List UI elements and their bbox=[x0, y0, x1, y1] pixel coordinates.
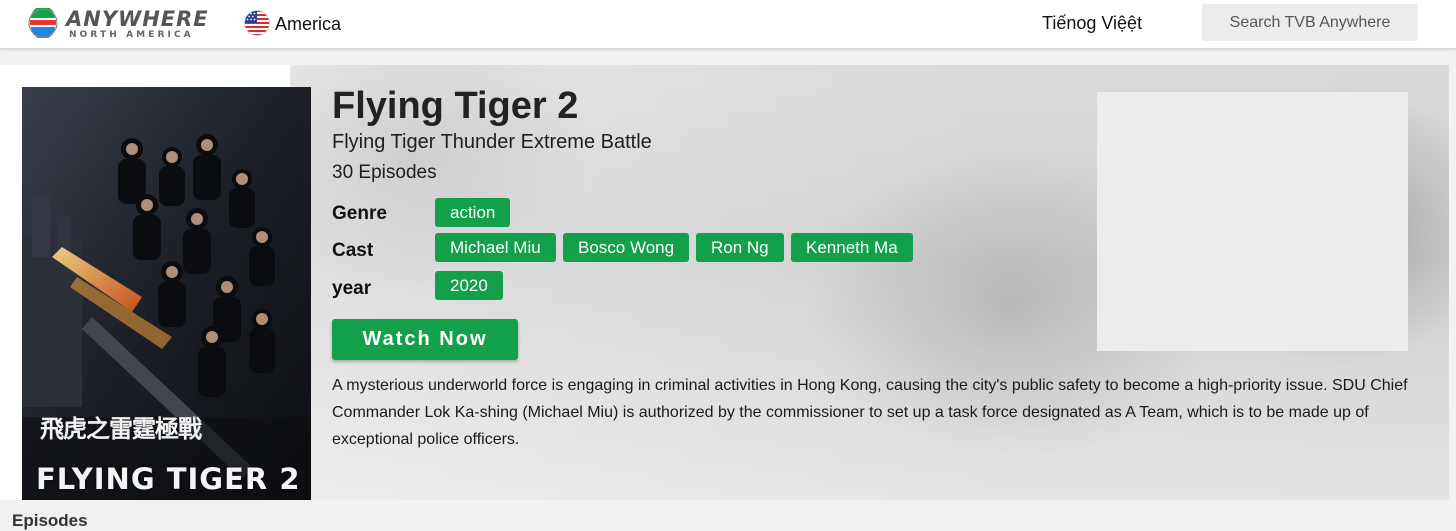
cast-label: Cast bbox=[332, 240, 374, 261]
genre-label: Genre bbox=[332, 203, 387, 224]
language-switcher[interactable]: Tiếnog Việệt bbox=[1042, 13, 1142, 34]
show-title: Flying Tiger 2 bbox=[332, 85, 579, 127]
cast-tag-michael-miu[interactable]: Michael Miu bbox=[435, 233, 556, 262]
poster-chinese-title: 飛虎之雷霆極戰 bbox=[40, 414, 202, 443]
search-input[interactable] bbox=[1202, 4, 1418, 41]
tvb-anywhere-logo[interactable]: ANYWHERE NORTH AMERICA bbox=[28, 6, 213, 42]
region-label: America bbox=[275, 14, 342, 34]
year-label: year bbox=[332, 278, 372, 299]
cast-tag-bosco-wong[interactable]: Bosco Wong bbox=[563, 233, 690, 262]
top-navigation-bar: ANYWHERE NORTH AMERICA America Tiếnog Vi… bbox=[0, 0, 1456, 49]
year-tag[interactable]: 2020 bbox=[435, 271, 503, 300]
show-description: A mysterious underworld force is engagin… bbox=[332, 377, 1408, 448]
tvb-logo-icon bbox=[28, 8, 58, 38]
logo-wordmark: ANYWHERE bbox=[66, 7, 209, 31]
episode-count: 30 Episodes bbox=[332, 162, 437, 183]
show-poster[interactable]: 飛虎之雷霆極戰 FLYING TIGER 2 bbox=[22, 87, 311, 500]
logo-subtext: NORTH AMERICA bbox=[69, 30, 194, 40]
watch-now-button[interactable]: Watch Now bbox=[332, 319, 518, 360]
cast-tag-ron-ng[interactable]: Ron Ng bbox=[696, 233, 784, 262]
poster-title: FLYING TIGER 2 bbox=[36, 462, 301, 496]
ad-placeholder bbox=[1097, 92, 1408, 351]
us-flag-icon bbox=[244, 10, 270, 36]
genre-tag-action[interactable]: action bbox=[435, 198, 511, 227]
show-subtitle: Flying Tiger Thunder Extreme Battle bbox=[332, 131, 652, 153]
episodes-section-heading: Episodes bbox=[12, 511, 88, 530]
show-hero-banner: 飛虎之雷霆極戰 FLYING TIGER 2 Flying Tiger 2 Fl… bbox=[0, 65, 1449, 500]
cast-tag-kenneth-ma[interactable]: Kenneth Ma bbox=[791, 233, 913, 262]
